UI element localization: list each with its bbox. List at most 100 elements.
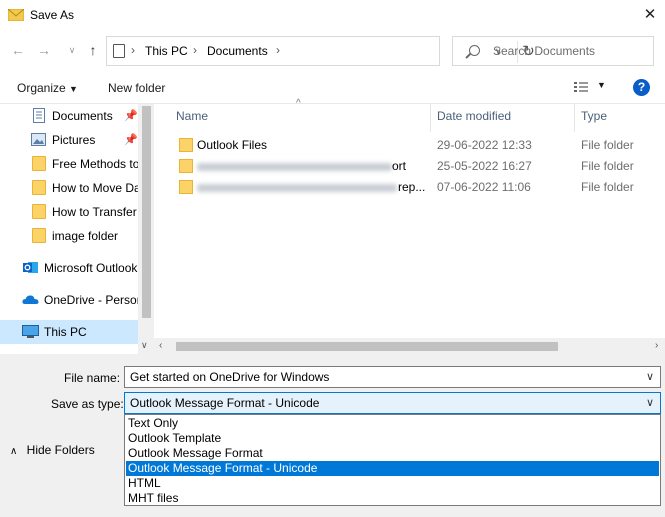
dropdown-option[interactable]: Text Only: [126, 416, 659, 431]
dropdown-option[interactable]: HTML: [126, 476, 659, 491]
column-header-name[interactable]: Name: [176, 109, 208, 123]
help-icon[interactable]: ?: [633, 79, 650, 96]
search-input[interactable]: Search Documents: [493, 44, 595, 58]
sidebar-item-documents[interactable]: Documents 📌: [0, 104, 138, 128]
save-type-value: Outlook Message Format - Unicode: [130, 396, 320, 410]
file-name: rep...: [398, 180, 426, 194]
hide-folders-button[interactable]: ∧ Hide Folders: [10, 443, 95, 457]
sort-ascending-icon: ^: [296, 98, 301, 109]
breadcrumb-this-pc[interactable]: This PC: [145, 44, 188, 58]
chevron-right-icon[interactable]: ›: [131, 43, 135, 57]
folder-icon: [32, 156, 46, 171]
onedrive-icon: [22, 295, 39, 304]
picture-icon: [31, 133, 46, 146]
chevron-down-icon: ▼: [69, 84, 78, 94]
file-date: 07-06-2022 11:06: [437, 180, 531, 194]
file-date: 25-05-2022 16:27: [437, 159, 532, 173]
navigation-pane: Documents 📌 Pictures 📌 Free Methods to H…: [0, 104, 154, 354]
title-bar: Save As ✕: [0, 0, 665, 32]
file-name-value: Get started on OneDrive for Windows: [130, 370, 330, 384]
chevron-down-icon[interactable]: ∨: [646, 370, 654, 383]
pin-icon: 📌: [124, 110, 138, 122]
sidebar-item-folder[interactable]: image folder: [0, 224, 138, 248]
outlook-icon: [23, 262, 38, 273]
column-header-type[interactable]: Type: [581, 109, 607, 123]
this-pc-icon: [113, 44, 125, 58]
table-row[interactable]: Outlook Files 29-06-2022 12:33 File fold…: [174, 135, 664, 156]
save-type-label: Save as type:: [51, 397, 124, 411]
file-list-scrollbar-thumb[interactable]: [176, 342, 558, 351]
chevron-right-icon[interactable]: ›: [276, 43, 280, 57]
envelope-icon: [8, 9, 24, 21]
view-options-icon[interactable]: [574, 81, 588, 93]
dropdown-option[interactable]: Outlook Message Format: [126, 446, 659, 461]
folder-icon: [32, 228, 46, 243]
back-arrow-icon[interactable]: ←: [8, 40, 28, 60]
up-arrow-icon[interactable]: ↑: [83, 40, 103, 60]
sidebar-item-label: Documents: [52, 109, 113, 123]
table-row[interactable]: rep... 07-06-2022 11:06 File folder: [174, 177, 664, 198]
window-title: Save As: [30, 8, 75, 22]
search-icon: [469, 45, 480, 56]
file-type: File folder: [581, 159, 634, 173]
column-divider[interactable]: [430, 104, 431, 132]
search-box[interactable]: Search Documents: [452, 36, 654, 66]
folder-icon: [32, 204, 46, 219]
address-bar[interactable]: › This PC › Documents › ∨ ↻: [106, 36, 535, 66]
file-type: File folder: [581, 180, 634, 194]
hide-folders-label: Hide Folders: [26, 443, 95, 457]
scroll-right-icon[interactable]: ›: [655, 340, 658, 351]
redacted-text: [197, 163, 392, 171]
computer-icon: [22, 325, 39, 338]
dropdown-option[interactable]: MHT files: [126, 491, 659, 506]
sidebar-item-label: Free Methods to: [52, 157, 138, 171]
breadcrumb-documents[interactable]: Documents: [207, 44, 268, 58]
organize-button[interactable]: Organize ▼: [17, 81, 78, 95]
chevron-right-icon[interactable]: ›: [193, 43, 197, 57]
file-type: File folder: [581, 138, 634, 152]
sidebar-item-label: Pictures: [52, 133, 96, 147]
file-name-label: File name:: [64, 371, 121, 385]
save-type-select[interactable]: Outlook Message Format - Unicode ∨: [124, 392, 661, 414]
file-name-field[interactable]: Get started on OneDrive for Windows ∨: [124, 366, 661, 388]
dropdown-option-selected[interactable]: Outlook Message Format - Unicode: [126, 461, 659, 476]
file-list: ^ Name Date modified Type Outlook Files …: [154, 98, 665, 354]
sidebar-item-onedrive[interactable]: OneDrive - Persor: [0, 288, 138, 312]
sidebar-item-folder[interactable]: Free Methods to: [0, 152, 138, 176]
sidebar-item-label: image folder: [52, 229, 119, 243]
chevron-down-icon[interactable]: ∨: [646, 396, 654, 409]
sidebar-item-this-pc[interactable]: This PC: [0, 320, 138, 344]
scroll-left-icon[interactable]: ‹: [159, 340, 162, 351]
scroll-down-icon[interactable]: ∨: [141, 340, 148, 351]
close-button[interactable]: ✕: [640, 5, 660, 25]
sidebar-item-label: How to Move Da: [52, 181, 138, 195]
file-name: Outlook Files: [197, 138, 268, 152]
command-toolbar: Organize ▼ New folder ▼ ?: [0, 70, 665, 104]
folder-icon: [179, 138, 193, 152]
pin-icon: 📌: [124, 134, 138, 146]
document-icon: [33, 108, 45, 123]
redacted-text: [197, 184, 397, 192]
sidebar-item-pictures[interactable]: Pictures 📌: [0, 128, 138, 152]
column-divider[interactable]: [574, 104, 575, 132]
folder-icon: [179, 159, 193, 173]
view-dropdown-icon[interactable]: ▼: [597, 80, 606, 90]
forward-arrow-icon[interactable]: →: [34, 40, 54, 60]
recent-chevron-icon[interactable]: ∨: [62, 40, 82, 60]
table-row[interactable]: ort 25-05-2022 16:27 File folder: [174, 156, 664, 177]
dropdown-option[interactable]: Outlook Template: [126, 431, 659, 446]
new-folder-button[interactable]: New folder: [108, 81, 165, 95]
sidebar-item-folder[interactable]: How to Transfer: [0, 200, 138, 224]
sidebar-item-label: Microsoft Outlook: [44, 261, 138, 275]
save-type-dropdown: Text Only Outlook Template Outlook Messa…: [124, 414, 661, 506]
file-name: ort: [392, 159, 407, 173]
column-header-date[interactable]: Date modified: [437, 109, 511, 123]
sidebar-item-label: OneDrive - Persor: [44, 293, 138, 307]
sidebar-scrollbar-thumb[interactable]: [142, 106, 151, 318]
chevron-up-icon: ∧: [10, 446, 18, 457]
file-date: 29-06-2022 12:33: [437, 138, 532, 152]
sidebar-item-outlook[interactable]: Microsoft Outlook: [0, 256, 138, 280]
folder-icon: [179, 180, 193, 194]
sidebar-item-folder[interactable]: How to Move Da: [0, 176, 138, 200]
sidebar-item-label: How to Transfer: [52, 205, 137, 219]
